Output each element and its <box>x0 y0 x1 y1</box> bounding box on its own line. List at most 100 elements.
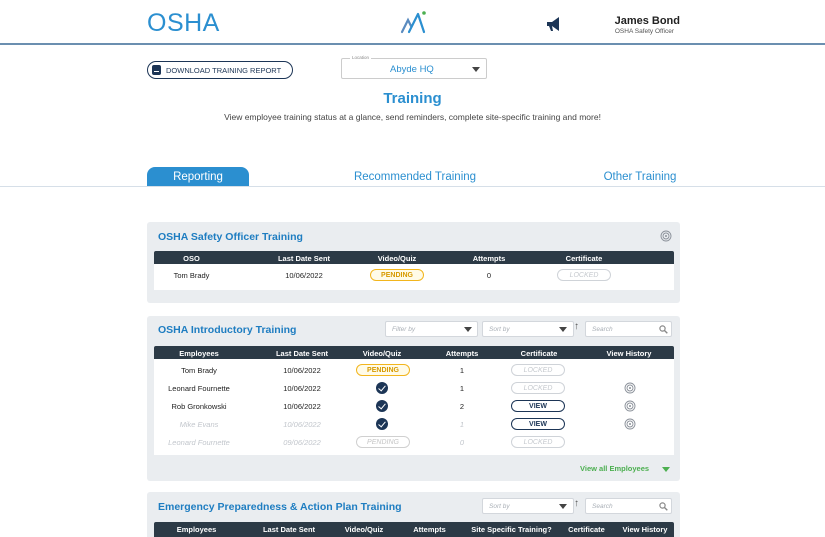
last-date-sent: 10/06/2022 <box>283 402 321 411</box>
abyde-logo-icon[interactable] <box>400 10 428 34</box>
file-icon <box>152 65 161 75</box>
col-employees: Employees <box>176 525 217 534</box>
chevron-down-icon <box>472 67 480 72</box>
emergency-table-header: Employees Last Date Sent Video/Quiz Atte… <box>154 522 674 537</box>
col-last-date-sent: Last Date Sent <box>262 525 316 534</box>
col-attempts: Attempts <box>472 254 506 263</box>
oso-table-body: Tom Brady 10/06/2022 PENDING 0 LOCKED <box>154 264 674 290</box>
employee-name: Leonard Fournette <box>168 384 230 393</box>
employee-name: Tom Brady <box>181 366 217 375</box>
sort-placeholder: Sort by <box>489 326 510 333</box>
last-date-sent: 09/06/2022 <box>283 438 321 447</box>
check-circle-icon <box>376 418 388 430</box>
attempts-count: 0 <box>459 438 465 447</box>
employee-name: Rob Gronkowski <box>171 402 227 411</box>
status-badge: PENDING <box>370 269 424 281</box>
table-row: Leonard Fournette 10/06/2022 1 LOCKED <box>154 379 674 397</box>
filter-placeholder: Filter by <box>392 326 416 333</box>
tab-reporting[interactable]: Reporting <box>147 167 249 187</box>
megaphone-icon[interactable] <box>545 16 563 32</box>
sort-select[interactable]: Sort by <box>482 498 574 514</box>
brand-title[interactable]: OSHA <box>147 9 220 38</box>
emergency-training-card: Emergency Preparedness & Action Plan Tra… <box>147 492 680 537</box>
download-report-button[interactable]: DOWNLOAD TRAINING REPORT <box>147 61 293 79</box>
user-name[interactable]: James Bond <box>590 15 680 27</box>
col-attempts: Attempts <box>413 525 446 534</box>
attempts-count: 2 <box>459 402 465 411</box>
col-certificate: Certificate <box>565 254 603 263</box>
intro-table-header: Employees Last Date Sent Video/Quiz Atte… <box>154 346 674 359</box>
col-certificate: Certificate <box>568 525 605 534</box>
search-input[interactable]: Search <box>585 498 672 514</box>
filter-select[interactable]: Filter by <box>385 321 478 337</box>
table-row: Tom Brady 10/06/2022 PENDING 0 LOCKED <box>154 266 674 284</box>
search-input[interactable]: Search <box>585 321 672 337</box>
intro-training-card: OSHA Introductory Training Filter by Sor… <box>147 316 680 481</box>
history-icon[interactable] <box>624 382 636 394</box>
page-title: Training <box>383 90 442 107</box>
table-row: Rob Gronkowski 10/06/2022 2 VIEW <box>154 397 674 415</box>
chevron-down-icon <box>662 467 670 472</box>
download-report-label: DOWNLOAD TRAINING REPORT <box>166 65 282 75</box>
employee-name: Tom Brady <box>173 271 210 280</box>
check-circle-icon <box>376 400 388 412</box>
location-select[interactable]: Location Abyde HQ <box>341 55 487 79</box>
emergency-card-title: Emergency Preparedness & Action Plan Tra… <box>158 501 402 513</box>
oso-table-header: OSO Last Date Sent Video/Quiz Attempts C… <box>154 251 674 264</box>
col-view-history: View History <box>622 525 668 534</box>
status-badge: PENDING <box>356 364 410 376</box>
attempts-count: 1 <box>459 420 465 429</box>
attempts-count: 0 <box>486 271 492 280</box>
col-site-specific-training: Site Specific Training? <box>471 525 552 534</box>
col-view-history: View History <box>606 349 652 358</box>
check-circle-icon <box>376 382 388 394</box>
view-all-label: View all Employees <box>580 464 650 473</box>
attempts-count: 1 <box>459 384 465 393</box>
last-date-sent: 10/06/2022 <box>285 271 323 280</box>
user-role: OSHA Safety Officer <box>614 28 674 35</box>
view-certificate-button[interactable]: VIEW <box>511 418 565 430</box>
search-icon <box>659 502 668 511</box>
oso-training-card: OSHA Safety Officer Training OSO Last Da… <box>147 222 680 303</box>
chevron-down-icon <box>559 327 567 332</box>
location-label: Location <box>350 55 372 60</box>
history-icon[interactable] <box>660 230 672 242</box>
col-video-quiz: Video/Quiz <box>362 349 402 358</box>
view-certificate-button[interactable]: VIEW <box>511 400 565 412</box>
certificate-locked-badge: LOCKED <box>511 364 565 376</box>
search-placeholder: Search <box>592 503 613 510</box>
history-icon[interactable] <box>624 418 636 430</box>
tab-recommended-training[interactable]: Recommended Training <box>340 167 490 187</box>
col-oso: OSO <box>183 254 200 263</box>
sort-direction-icon[interactable]: ↑ <box>574 321 579 332</box>
employee-name: Leonard Fournette <box>168 438 230 447</box>
certificate-locked-badge: LOCKED <box>511 382 565 394</box>
sort-select[interactable]: Sort by <box>482 321 574 337</box>
top-bar: OSHA James Bond OSHA Safety Officer <box>0 0 825 45</box>
col-employees: Employees <box>179 349 219 358</box>
certificate-locked-badge: LOCKED <box>557 269 611 281</box>
sort-placeholder: Sort by <box>489 503 510 510</box>
oso-card-title: OSHA Safety Officer Training <box>158 231 303 243</box>
last-date-sent: 10/06/2022 <box>283 420 321 429</box>
col-video-quiz: Video/Quiz <box>377 254 417 263</box>
col-attempts: Attempts <box>445 349 479 358</box>
col-last-date-sent: Last Date Sent <box>277 254 331 263</box>
view-all-employees-link[interactable]: View all Employees <box>580 464 649 473</box>
attempts-count: 1 <box>459 366 465 375</box>
intro-card-title: OSHA Introductory Training <box>158 324 297 336</box>
history-icon[interactable] <box>624 400 636 412</box>
table-row: Mike Evans 10/06/2022 1 VIEW <box>154 415 674 433</box>
last-date-sent: 10/06/2022 <box>283 384 321 393</box>
col-video-quiz: Video/Quiz <box>344 525 384 534</box>
chevron-down-icon <box>559 504 567 509</box>
location-value: Abyde HQ <box>390 64 434 75</box>
status-badge: PENDING <box>356 436 410 448</box>
search-placeholder: Search <box>592 326 613 333</box>
tabs-divider <box>0 186 825 187</box>
table-row: Leonard Fournette 09/06/2022 PENDING 0 L… <box>154 433 674 451</box>
page-subtitle: View employee training status at a glanc… <box>224 112 601 122</box>
tab-other-training[interactable]: Other Training <box>590 167 690 187</box>
last-date-sent: 10/06/2022 <box>283 366 321 375</box>
sort-direction-icon[interactable]: ↑ <box>574 498 579 509</box>
